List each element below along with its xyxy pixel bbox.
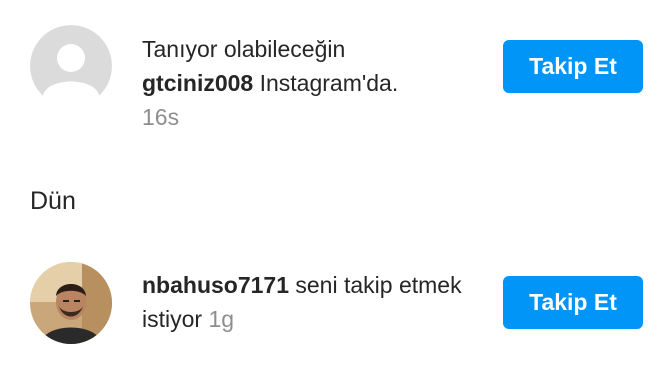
username-link[interactable]: gtciniz008: [142, 70, 253, 96]
section-header-yesterday: Dün: [30, 187, 76, 215]
default-avatar-icon[interactable]: [30, 25, 112, 107]
notification-item-suggested[interactable]: Tanıyor olabileceğin gtciniz008 Instagra…: [0, 0, 672, 160]
user-photo-avatar[interactable]: [30, 262, 112, 344]
notification-time: 16s: [142, 104, 180, 130]
username-link[interactable]: nbahuso7171: [142, 272, 289, 298]
notification-line1: Tanıyor olabileceğin: [142, 36, 346, 62]
notification-item-follow-request[interactable]: nbahuso7171 seni takip etmek istiyor 1g …: [0, 250, 672, 360]
follow-button[interactable]: Takip Et: [503, 40, 643, 93]
notification-line2: gtciniz008 Instagram'da.: [142, 66, 482, 100]
follow-button[interactable]: Takip Et: [503, 276, 643, 329]
notification-text: Tanıyor olabileceğin gtciniz008 Instagra…: [142, 32, 482, 134]
notification-text: nbahuso7171 seni takip etmek istiyor 1g: [142, 268, 462, 336]
notification-time: 1g: [202, 306, 235, 332]
notification-suffix: Instagram'da.: [253, 70, 399, 96]
notifications-screen: Tanıyor olabileceğin gtciniz008 Instagra…: [0, 0, 672, 378]
